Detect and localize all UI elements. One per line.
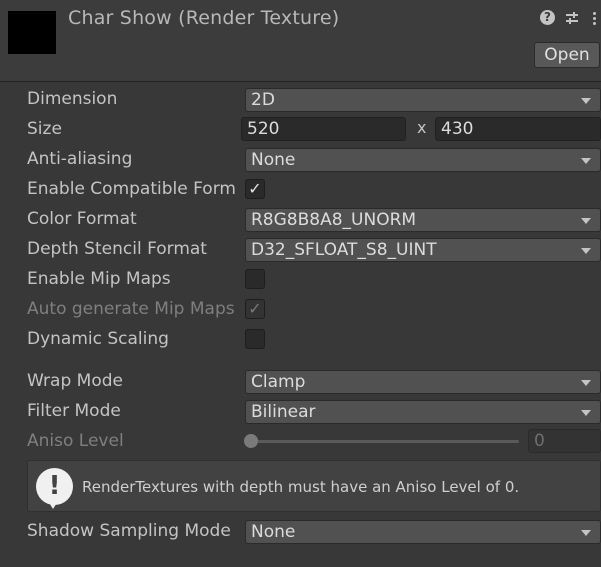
open-button[interactable]: Open	[534, 42, 600, 68]
checkmark-icon: ✓	[248, 299, 262, 318]
aniso-level-slider-track	[251, 440, 519, 443]
filter-mode-dropdown[interactable]: Bilinear	[245, 400, 601, 424]
chevron-down-icon	[581, 410, 591, 416]
shadow-sampling-mode-label: Shadow Sampling Mode	[27, 521, 231, 541]
more-options-icon[interactable]	[590, 10, 598, 26]
enable-mip-maps-checkbox[interactable]	[245, 269, 265, 289]
dynamic-scaling-label: Dynamic Scaling	[27, 329, 169, 349]
auto-generate-mip-maps-label: Auto generate Mip Maps	[27, 299, 235, 319]
chevron-down-icon	[581, 248, 591, 254]
enable-mip-maps-label: Enable Mip Maps	[27, 269, 171, 289]
wrap-mode-value: Clamp	[251, 372, 306, 392]
aniso-level-field: 0	[528, 429, 601, 453]
chevron-down-icon	[581, 218, 591, 224]
color-format-value: R8G8B8A8_UNORM	[251, 210, 417, 230]
aniso-level-label: Aniso Level	[27, 431, 124, 451]
color-format-dropdown[interactable]: R8G8B8A8_UNORM	[245, 208, 601, 232]
texture-preview-thumbnail	[8, 11, 56, 54]
enable-compatible-format-checkbox[interactable]: ✓	[245, 179, 265, 199]
chevron-down-icon	[581, 158, 591, 164]
depth-stencil-format-dropdown[interactable]: D32_SFLOAT_S8_UINT	[245, 238, 601, 262]
wrap-mode-label: Wrap Mode	[27, 371, 123, 391]
filter-mode-label: Filter Mode	[27, 401, 121, 421]
shadow-sampling-mode-dropdown[interactable]: None	[245, 520, 601, 544]
presets-icon[interactable]	[564, 10, 580, 26]
size-width-field[interactable]: 520	[241, 117, 406, 141]
chevron-down-icon	[581, 98, 591, 104]
enable-compatible-format-label: Enable Compatible Form	[27, 179, 236, 199]
chevron-down-icon	[581, 380, 591, 386]
color-format-label: Color Format	[27, 209, 137, 229]
help-icon[interactable]: ?	[540, 10, 556, 26]
help-box: ! RenderTextures with depth must have an…	[27, 460, 601, 512]
shadow-sampling-mode-value: None	[251, 522, 296, 542]
sliders-icon	[566, 12, 578, 24]
chevron-down-icon	[581, 530, 591, 536]
warning-icon: !	[36, 468, 73, 509]
aniso-level-slider-handle	[244, 434, 258, 448]
asset-title: Char Show (Render Texture)	[68, 7, 340, 29]
help-glyph: ?	[540, 10, 555, 25]
checkmark-icon: ✓	[248, 179, 262, 198]
filter-mode-value: Bilinear	[251, 402, 316, 422]
size-height-field[interactable]: 430	[435, 117, 601, 141]
dimension-value: 2D	[251, 90, 275, 110]
help-box-message: RenderTextures with depth must have an A…	[82, 478, 520, 496]
size-separator: x	[417, 118, 427, 137]
size-label: Size	[27, 119, 62, 139]
dynamic-scaling-checkbox[interactable]	[245, 329, 265, 349]
anti-aliasing-value: None	[251, 150, 296, 170]
dimension-dropdown[interactable]: 2D	[245, 88, 601, 112]
anti-aliasing-dropdown[interactable]: None	[245, 148, 601, 172]
depth-stencil-format-label: Depth Stencil Format	[27, 239, 207, 259]
inspector-header: Char Show (Render Texture) ? Open	[0, 0, 601, 82]
auto-generate-mip-maps-checkbox: ✓	[245, 299, 265, 319]
dimension-label: Dimension	[27, 89, 118, 109]
depth-stencil-format-value: D32_SFLOAT_S8_UINT	[251, 240, 437, 260]
wrap-mode-dropdown[interactable]: Clamp	[245, 370, 601, 394]
anti-aliasing-label: Anti-aliasing	[27, 149, 133, 169]
